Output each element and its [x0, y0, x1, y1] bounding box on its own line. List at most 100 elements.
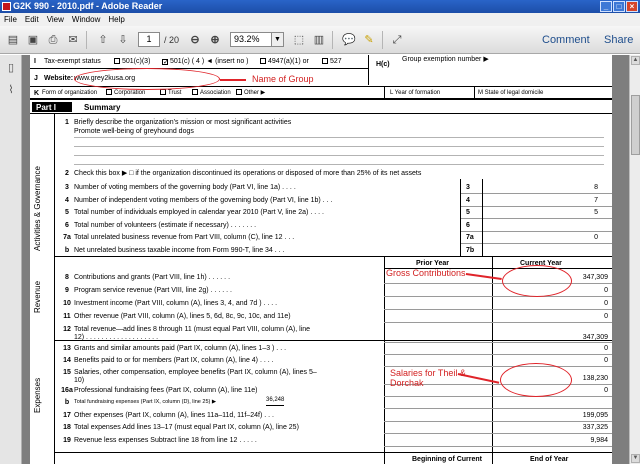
row-box-number: 3 [466, 184, 470, 191]
row-line [74, 137, 604, 138]
row-k-letter: K [34, 90, 40, 97]
divider [30, 68, 368, 69]
row-number: 16a [61, 387, 73, 394]
fit-page-icon[interactable]: ⬚ [290, 31, 308, 49]
net-assets-end-header: End of Year [530, 456, 569, 463]
form-org-association: Association [192, 89, 231, 98]
pdf-page: I Tax-exempt status 501(c)(3) ✓501(c) ( … [30, 55, 612, 464]
row-line [74, 155, 604, 156]
row1-answer: Promote well-being of greyhound dogs [74, 128, 194, 135]
pages-icon[interactable]: ▯ [4, 61, 18, 75]
row-line [384, 296, 612, 297]
row-number: 11 [63, 313, 71, 320]
row-text: Total unrelated business revenue from Pa… [74, 234, 295, 241]
row-number: 18 [63, 424, 71, 431]
side-label-governance: Activities & Governance [33, 166, 42, 251]
row-number: 13 [63, 345, 71, 352]
divider [460, 179, 461, 256]
group-exemption-label: Group exemption number ▶ [402, 56, 489, 63]
row-number: 5 [65, 209, 69, 216]
close-button[interactable]: × [626, 1, 638, 12]
scroll-up-icon[interactable]: ▲ [631, 56, 640, 65]
row-text: Total expenses Add lines 13–17 (must equ… [74, 424, 299, 431]
row-number: 7a [63, 234, 71, 241]
row-text: Salaries, other compensation, employee b… [74, 369, 317, 376]
sticky-note-icon[interactable]: 💬 [340, 31, 358, 49]
navigation-panel: ▯ ⌇ [0, 55, 22, 464]
row-text: Other expenses (Part IX, column (A), lin… [74, 412, 274, 419]
maximize-button[interactable]: □ [613, 1, 625, 12]
page-total: / 20 [164, 35, 180, 45]
zoom-level-input[interactable]: 93.2% [230, 32, 272, 47]
open-folder-icon[interactable]: ▤ [4, 31, 22, 49]
row-text: Contributions and grants (Part VIII, lin… [74, 274, 231, 281]
row-text: Total number of individuals employed in … [74, 209, 324, 216]
row-number: 9 [65, 287, 69, 294]
expand-icon[interactable]: ⤢ [388, 31, 406, 49]
toolbar-divider [86, 31, 87, 49]
fit-width-icon[interactable]: ▥ [310, 31, 328, 49]
highlight-icon[interactable]: ✎ [360, 31, 378, 49]
print-icon[interactable]: ⎙ [44, 31, 62, 49]
row-text: Net unrelated business taxable income fr… [74, 246, 285, 254]
side-label-expenses: Expenses [33, 377, 42, 413]
attachments-icon[interactable]: ⌇ [4, 83, 18, 97]
row-number: b [64, 399, 70, 406]
row-line [384, 283, 612, 284]
scroll-thumb[interactable] [631, 95, 640, 155]
divider [54, 340, 612, 341]
email-icon[interactable]: ✉ [64, 31, 82, 49]
row-number: 19 [63, 437, 71, 444]
row-text: Professional fundraising fees (Part IX, … [74, 387, 258, 394]
menu-window[interactable]: Window [72, 13, 100, 26]
minimize-button[interactable]: _ [600, 1, 612, 12]
row-number: 10 [63, 300, 71, 307]
row-line [384, 342, 612, 343]
vertical-scrollbar[interactable]: ▲ ▼ [629, 55, 640, 464]
row-text: Number of voting members of the governin… [74, 184, 296, 191]
row-value: 0 [604, 300, 608, 307]
zoom-out-icon[interactable]: ⊖ [186, 31, 204, 49]
row-value: 0 [604, 313, 608, 320]
divider [368, 55, 369, 85]
save-icon[interactable]: ▣ [24, 31, 42, 49]
row-text: Revenue less expenses Subtract line 18 f… [74, 437, 257, 444]
row-line [74, 164, 604, 165]
document-area: I Tax-exempt status 501(c)(3) ✓501(c) ( … [22, 55, 629, 464]
row-line [384, 309, 612, 310]
row-text: Investment income (Part VIII, column (A)… [74, 300, 278, 307]
menu-help[interactable]: Help [108, 13, 124, 26]
row-box-number: 4 [466, 196, 470, 204]
menu-edit[interactable]: Edit [25, 13, 39, 26]
previous-page-icon[interactable]: ⇧ [94, 31, 112, 49]
zoom-dropdown-icon[interactable]: ▼ [272, 32, 284, 47]
share-button[interactable]: Share [604, 34, 633, 46]
row-number: 8 [65, 274, 69, 281]
page-number-input[interactable]: 1 [138, 32, 160, 47]
row-box-number: 7a [466, 234, 474, 241]
row-line [384, 446, 612, 447]
next-page-icon[interactable]: ⇩ [114, 31, 132, 49]
row-line [384, 322, 612, 323]
row-line [384, 433, 612, 434]
scroll-down-icon[interactable]: ▼ [631, 454, 640, 463]
row-line [384, 354, 612, 355]
menu-view[interactable]: View [47, 13, 64, 26]
menu-file[interactable]: File [4, 13, 17, 26]
net-assets-begin-header: Beginning of Current [412, 456, 482, 463]
state-domicile-label: M State of legal domicile [478, 90, 544, 96]
row-line [384, 408, 612, 409]
zoom-in-icon[interactable]: ⊕ [206, 31, 224, 49]
row-value: 199,095 [582, 412, 608, 419]
row-text: Total number of volunteers (estimate if … [74, 221, 257, 229]
divider [482, 179, 483, 256]
comment-button[interactable]: Comment [542, 34, 590, 46]
divider [30, 98, 612, 100]
tax-exempt-label: Tax-exempt status [44, 58, 101, 65]
annotation-salaries-line1: Salaries for Theil & [390, 368, 466, 378]
row-i-letter: I [34, 58, 36, 65]
row-text: Grants and similar amounts paid (Part IX… [74, 345, 287, 352]
tax-exempt-501c3: 501(c)(3) [114, 57, 150, 66]
row-value: 7 [594, 196, 598, 204]
form-org-other: Other ▶ [236, 89, 265, 98]
